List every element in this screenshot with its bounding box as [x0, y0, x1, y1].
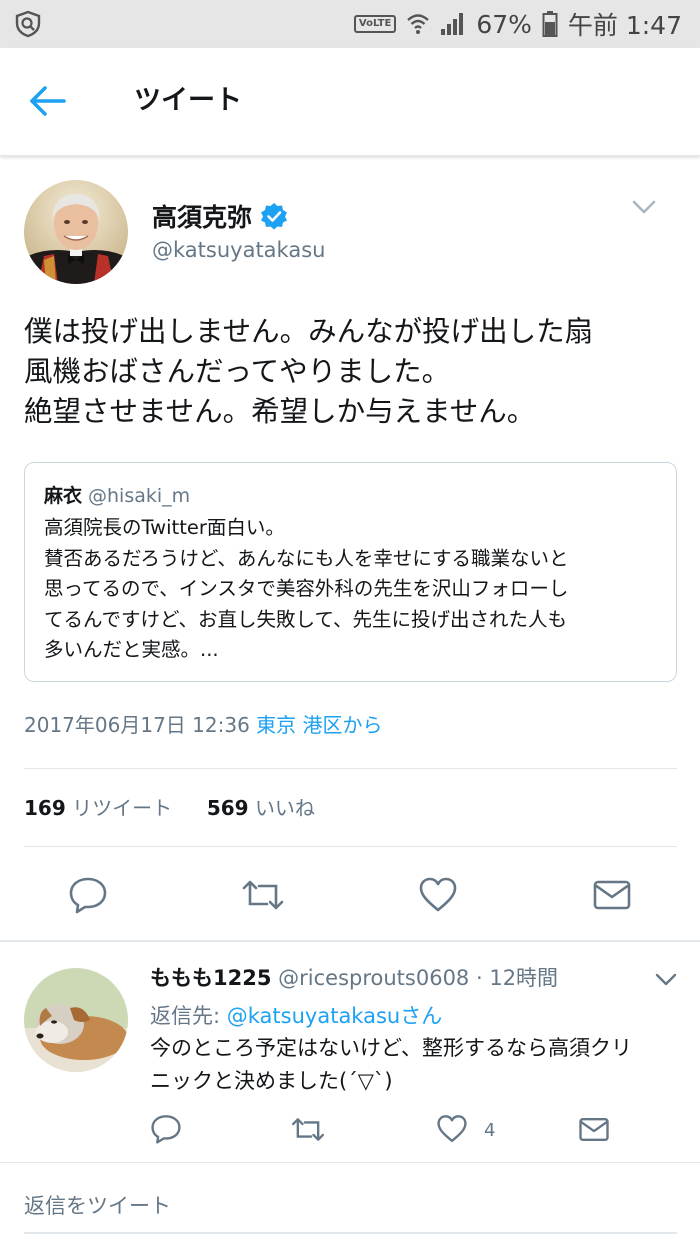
avatar[interactable] [24, 180, 128, 284]
retweet-label[interactable]: リツイート [72, 796, 172, 820]
divider [0, 1162, 700, 1163]
arrow-left-icon[interactable] [28, 84, 68, 118]
battery-icon [542, 11, 558, 37]
heart-icon[interactable] [436, 1114, 468, 1144]
reply-to-line: 返信先: @katsuyatakasuさん [150, 1000, 442, 1030]
engagement-counts: 169 リツイート 569 いいね [24, 792, 315, 821]
chevron-down-icon[interactable] [630, 196, 658, 218]
page-title: ツイート [134, 85, 242, 116]
timestamp-text: 2017年06月17日 12:36 [24, 713, 250, 737]
signal-icon [441, 13, 464, 35]
quoted-tweet[interactable]: 麻衣 @hisaki_m 高須院長のTwitter面白い。 賛否あるだろうけど、あ… [24, 462, 677, 682]
reply-text: 今のところ予定はないけど、整形するなら高須クリ ニックと決めました(´▽`) [150, 1036, 632, 1093]
like-label[interactable]: いいね [255, 796, 315, 820]
divider [24, 846, 677, 847]
quote-author-name: 麻衣 [44, 485, 83, 507]
location-link[interactable]: 東京 港区から [256, 713, 382, 737]
reply-author-name[interactable]: ももも1225 [150, 966, 271, 990]
author-name-text[interactable]: 高須克弥 [152, 198, 252, 234]
heart-icon[interactable] [418, 876, 458, 914]
retweet-count[interactable]: 169 [24, 796, 66, 820]
app-header: ツイート [0, 48, 700, 156]
author-handle[interactable]: @katsuyatakasu [152, 238, 325, 262]
reply-author-handle[interactable]: @ricesprouts0608 [278, 966, 469, 990]
tweet-timestamp: 2017年06月17日 12:36 東京 港区から [24, 709, 383, 738]
clock: 午前 1:47 [567, 11, 682, 40]
shield-icon [15, 10, 41, 38]
quote-text: 高須院長のTwitter面白い。 賛否あるだろうけど、あんなにも人を幸せにする職… [44, 516, 569, 661]
mail-icon[interactable] [578, 1116, 610, 1143]
retweet-icon[interactable] [240, 878, 286, 912]
reply-header: ももも1225 @ricesprouts0608 · 12時間 [150, 962, 558, 992]
reply-compose-input[interactable]: 返信をツイート [24, 1190, 171, 1220]
reply-icon[interactable] [150, 1114, 182, 1144]
status-bar: VoLTE 67% 午前 1:47 [0, 0, 700, 48]
verified-badge-icon [261, 203, 288, 230]
volte-indicator: VoLTE [353, 15, 397, 33]
chevron-down-icon[interactable] [654, 970, 678, 990]
mail-icon[interactable] [592, 878, 632, 912]
retweet-icon[interactable] [290, 1116, 326, 1143]
reply-avatar[interactable] [24, 968, 128, 1072]
section-divider [0, 940, 700, 942]
wifi-icon [407, 14, 430, 34]
divider [24, 768, 677, 769]
author-name[interactable]: 高須克弥 [152, 198, 288, 234]
reply-to-label: 返信先: [150, 1004, 227, 1028]
tweet-text: 僕は投げ出しません。みんなが投げ出した扇 風機おばさんだってやりました。 絶望さ… [24, 315, 594, 428]
quote-author-handle: @hisaki_m [88, 485, 191, 507]
reply-time: · 12時間 [475, 966, 559, 990]
reply-to-mention[interactable]: @katsuyatakasuさん [227, 1004, 442, 1028]
reply-icon[interactable] [68, 876, 108, 914]
quote-header: 麻衣 @hisaki_m [44, 481, 190, 508]
battery-percent: 67% [476, 9, 532, 39]
compose-underline [24, 1232, 677, 1234]
reply-like-count: 4 [484, 1120, 496, 1141]
like-count[interactable]: 569 [207, 796, 249, 820]
